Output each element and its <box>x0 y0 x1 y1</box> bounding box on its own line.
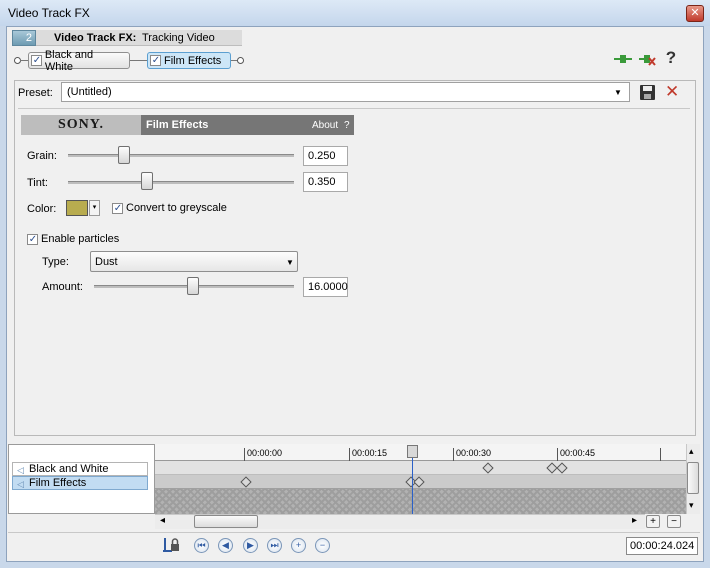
grain-slider-thumb[interactable] <box>118 146 130 164</box>
scroll-up-icon[interactable]: ▴ <box>689 446 694 457</box>
greyscale-label: Convert to greyscale <box>126 202 227 214</box>
chain-line <box>20 60 28 61</box>
color-swatch[interactable] <box>66 200 88 216</box>
ruler-tick <box>453 448 454 461</box>
next-keyframe-button[interactable]: ▶ <box>243 538 258 553</box>
amount-value-field[interactable]: 16.0000 <box>303 277 348 297</box>
tint-slider-track[interactable] <box>68 181 294 184</box>
type-label: Type: <box>42 256 69 268</box>
type-dropdown-arrow-icon[interactable]: ▼ <box>286 258 294 267</box>
vertical-scroll-thumb[interactable] <box>687 462 699 494</box>
chain-plugin-film-effects[interactable]: Film Effects <box>147 52 231 69</box>
time-readout[interactable]: 00:00:24.024 <box>626 537 698 555</box>
about-link[interactable]: About <box>312 120 338 131</box>
sony-logo: SONY. <box>21 115 141 135</box>
grain-value-field[interactable]: 0.250 <box>303 146 348 166</box>
preset-label: Preset: <box>18 87 53 99</box>
header-label: Video Track FX: <box>54 32 137 44</box>
first-keyframe-button[interactable]: ⏮ <box>194 538 209 553</box>
zoom-out-button[interactable]: − <box>667 515 681 528</box>
ruler-label: 00:00:15 <box>352 448 388 458</box>
scroll-down-icon[interactable]: ▾ <box>689 500 694 511</box>
particles-check-box[interactable] <box>27 233 38 245</box>
plugin-banner-name: Film Effects <box>146 119 209 131</box>
track-number-badge: 2 <box>12 30 36 46</box>
amount-label: Amount: <box>42 281 83 293</box>
grain-slider-track[interactable] <box>68 154 294 157</box>
plugin-enable-checkbox[interactable] <box>31 55 42 66</box>
ruler-label: 00:00:30 <box>456 448 492 458</box>
ruler-tick <box>349 448 350 461</box>
save-preset-icon[interactable] <box>640 85 655 100</box>
window-title: Video Track FX <box>8 6 90 20</box>
remove-plugin-icon[interactable] <box>639 52 657 70</box>
lock-envelope-icon[interactable] <box>163 537 181 553</box>
previous-keyframe-button[interactable]: ◀ <box>218 538 233 553</box>
ruler-tick <box>660 448 661 461</box>
particles-label: Enable particles <box>41 233 120 245</box>
tint-value-field[interactable]: 0.350 <box>303 172 348 192</box>
chain-line <box>130 60 148 61</box>
bottom-separator <box>8 532 700 533</box>
preset-dropdown-arrow-icon[interactable]: ▼ <box>614 88 622 97</box>
track-label: Film Effects <box>29 477 87 489</box>
ruler-tick <box>244 448 245 461</box>
greyscale-checkbox[interactable]: Convert to greyscale <box>112 202 227 214</box>
grain-label: Grain: <box>27 150 57 162</box>
preset-separator <box>18 108 690 109</box>
keyframe-track-black-and-white[interactable]: ◁ Black and White <box>12 462 148 476</box>
greyscale-check-box[interactable] <box>112 202 123 214</box>
type-dropdown[interactable]: Dust <box>90 251 298 272</box>
delete-preset-icon[interactable]: ✕ <box>665 82 679 102</box>
color-dropdown-icon[interactable]: ▾ <box>89 200 100 216</box>
ruler-label: 00:00:45 <box>560 448 596 458</box>
scroll-left-icon[interactable]: ◂ <box>160 515 165 526</box>
track-arrow-icon: ◁ <box>17 479 24 489</box>
keyframe-track-film-effects[interactable]: ◁ Film Effects <box>12 476 148 490</box>
keyframe-lane-empty <box>155 489 686 514</box>
amount-slider-thumb[interactable] <box>187 277 199 295</box>
sony-logo-text: SONY. <box>57 117 105 132</box>
tint-label: Tint: <box>27 177 48 189</box>
ruler-label: 00:00:00 <box>247 448 283 458</box>
timeline-cursor-handle[interactable] <box>407 445 418 458</box>
keyframe-lane-black-and-white[interactable] <box>155 461 686 475</box>
close-button[interactable]: ✕ <box>686 5 704 22</box>
color-label: Color: <box>27 203 57 215</box>
preset-dropdown[interactable]: (Untitled) <box>61 82 630 102</box>
zoom-in-button[interactable]: + <box>646 515 660 528</box>
delete-keyframe-button[interactable]: − <box>315 538 330 553</box>
last-keyframe-button[interactable]: ⏭ <box>267 538 282 553</box>
plug-in-chain-icon[interactable] <box>614 52 632 70</box>
track-label: Black and White <box>29 463 109 475</box>
tint-slider-thumb[interactable] <box>141 172 153 190</box>
ruler-tick <box>557 448 558 461</box>
title-bar <box>0 0 710 26</box>
plugin-help-link[interactable]: ? <box>344 120 350 131</box>
horizontal-scroll-thumb[interactable] <box>194 515 258 528</box>
chain-plugin-black-and-white[interactable]: Black and White <box>28 49 130 73</box>
header-track-name: Tracking Video <box>142 32 215 44</box>
plugin-chip-label: Film Effects <box>164 54 222 67</box>
enable-particles-checkbox[interactable]: Enable particles <box>27 233 119 245</box>
add-keyframe-button[interactable]: + <box>291 538 306 553</box>
chain-end-dot <box>237 57 244 64</box>
track-arrow-icon: ◁ <box>17 465 24 475</box>
help-icon[interactable]: ? <box>663 49 679 66</box>
scroll-right-icon[interactable]: ▸ <box>632 515 637 526</box>
plugin-chip-label: Black and White <box>44 48 94 73</box>
plugin-enable-checkbox[interactable] <box>150 55 161 66</box>
timeline-ruler[interactable] <box>155 444 686 461</box>
